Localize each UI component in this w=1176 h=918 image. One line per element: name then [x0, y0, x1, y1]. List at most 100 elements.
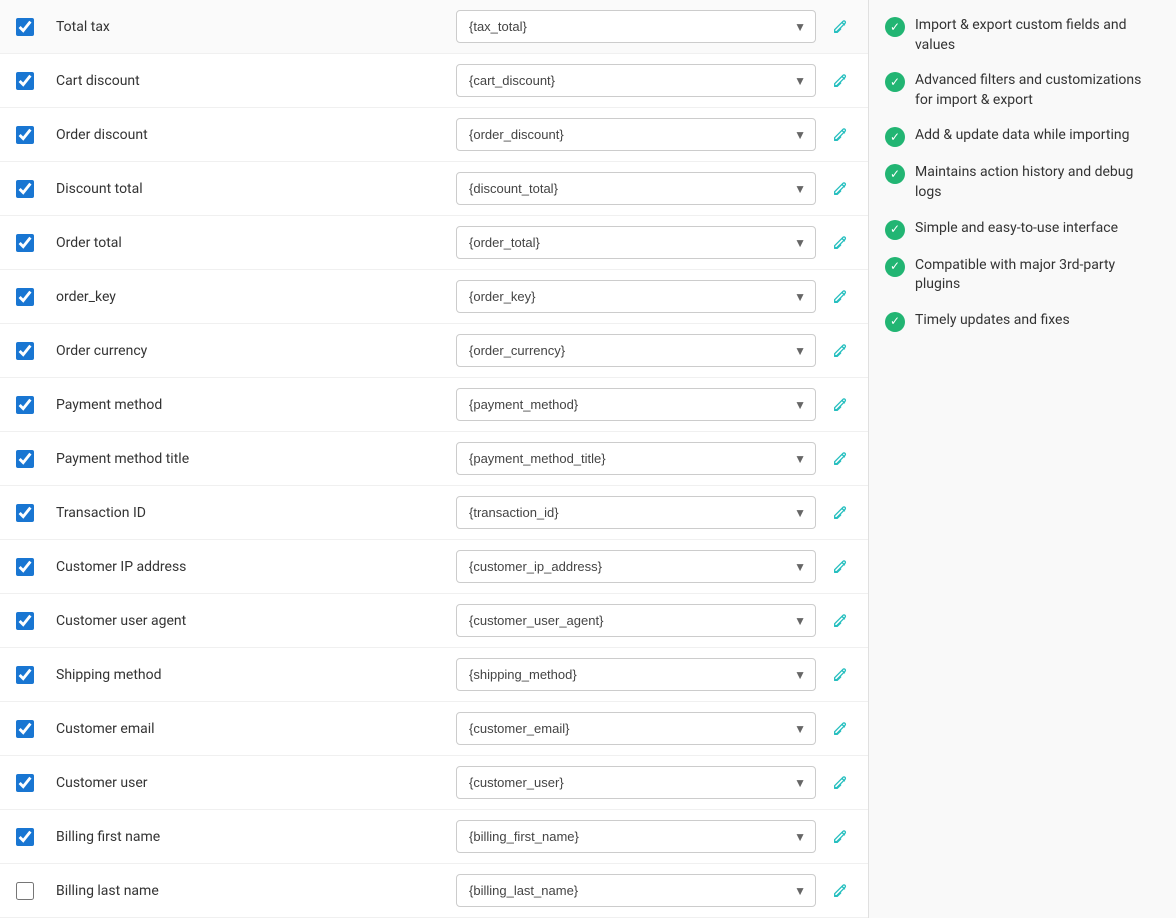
- field-checkbox[interactable]: [16, 504, 34, 522]
- field-select[interactable]: {shipping_method}: [456, 658, 816, 691]
- field-label: Billing last name: [48, 883, 456, 899]
- table-row: Order discount{order_discount}▼: [0, 108, 868, 162]
- edit-button[interactable]: [828, 609, 852, 633]
- field-select[interactable]: {tax_total}: [456, 10, 816, 43]
- field-checkbox[interactable]: [16, 288, 34, 306]
- table-row: Customer user agent{customer_user_agent}…: [0, 594, 868, 648]
- checkbox-wrapper: [16, 828, 48, 846]
- edit-button[interactable]: [828, 447, 852, 471]
- field-select-wrapper: {order_currency}▼: [456, 334, 816, 367]
- field-select[interactable]: {customer_ip_address}: [456, 550, 816, 583]
- pencil-icon: [832, 451, 848, 467]
- edit-button[interactable]: [828, 555, 852, 579]
- field-checkbox[interactable]: [16, 450, 34, 468]
- edit-button[interactable]: [828, 717, 852, 741]
- list-item: ✓Maintains action history and debug logs: [885, 163, 1160, 202]
- edit-button[interactable]: [828, 771, 852, 795]
- field-label: Customer IP address: [48, 559, 456, 575]
- field-select[interactable]: {order_total}: [456, 226, 816, 259]
- fields-panel: Total tax{tax_total}▼ Cart discount{cart…: [0, 0, 868, 918]
- pencil-icon: [832, 181, 848, 197]
- feature-text: Timely updates and fixes: [915, 311, 1070, 331]
- pencil-icon: [832, 559, 848, 575]
- table-row: Billing first name{billing_first_name}▼: [0, 810, 868, 864]
- field-checkbox[interactable]: [16, 18, 34, 36]
- pencil-icon: [832, 505, 848, 521]
- field-checkbox[interactable]: [16, 558, 34, 576]
- field-select-wrapper: {customer_user_agent}▼: [456, 604, 816, 637]
- field-select-wrapper: {order_discount}▼: [456, 118, 816, 151]
- check-circle-icon: ✓: [885, 164, 905, 184]
- edit-button[interactable]: [828, 879, 852, 903]
- features-panel: ✓Import & export custom fields and value…: [868, 0, 1176, 918]
- field-checkbox[interactable]: [16, 342, 34, 360]
- edit-button[interactable]: [828, 285, 852, 309]
- checkbox-wrapper: [16, 342, 48, 360]
- field-select-wrapper: {customer_ip_address}▼: [456, 550, 816, 583]
- field-checkbox[interactable]: [16, 666, 34, 684]
- field-select-wrapper: {shipping_method}▼: [456, 658, 816, 691]
- feature-text: Compatible with major 3rd-party plugins: [915, 256, 1160, 295]
- field-select[interactable]: {order_currency}: [456, 334, 816, 367]
- checkbox-wrapper: [16, 720, 48, 738]
- field-select[interactable]: {payment_method_title}: [456, 442, 816, 475]
- field-checkbox[interactable]: [16, 126, 34, 144]
- field-checkbox[interactable]: [16, 180, 34, 198]
- field-checkbox[interactable]: [16, 720, 34, 738]
- field-select[interactable]: {customer_user_agent}: [456, 604, 816, 637]
- feature-text: Add & update data while importing: [915, 126, 1129, 146]
- pencil-icon: [832, 883, 848, 899]
- checkbox-wrapper: [16, 234, 48, 252]
- field-select[interactable]: {payment_method}: [456, 388, 816, 421]
- checkbox-wrapper: [16, 18, 48, 36]
- check-circle-icon: ✓: [885, 72, 905, 92]
- edit-button[interactable]: [828, 15, 852, 39]
- edit-button[interactable]: [828, 501, 852, 525]
- checkbox-wrapper: [16, 504, 48, 522]
- edit-button[interactable]: [828, 177, 852, 201]
- edit-button[interactable]: [828, 663, 852, 687]
- field-select[interactable]: {customer_user}: [456, 766, 816, 799]
- field-select[interactable]: {customer_email}: [456, 712, 816, 745]
- table-row: Customer user{customer_user}▼: [0, 756, 868, 810]
- pencil-icon: [832, 19, 848, 35]
- field-checkbox[interactable]: [16, 234, 34, 252]
- table-row: Customer email{customer_email}▼: [0, 702, 868, 756]
- edit-button[interactable]: [828, 69, 852, 93]
- field-checkbox[interactable]: [16, 396, 34, 414]
- edit-button[interactable]: [828, 123, 852, 147]
- field-select[interactable]: {transaction_id}: [456, 496, 816, 529]
- pencil-icon: [832, 721, 848, 737]
- edit-button[interactable]: [828, 231, 852, 255]
- field-select[interactable]: {billing_last_name}: [456, 874, 816, 907]
- field-select[interactable]: {order_discount}: [456, 118, 816, 151]
- field-select-wrapper: {billing_last_name}▼: [456, 874, 816, 907]
- pencil-icon: [832, 829, 848, 845]
- pencil-icon: [832, 775, 848, 791]
- table-row: Cart discount{cart_discount}▼: [0, 54, 868, 108]
- checkbox-wrapper: [16, 72, 48, 90]
- field-select[interactable]: {order_key}: [456, 280, 816, 313]
- field-select-wrapper: {discount_total}▼: [456, 172, 816, 205]
- table-row: Payment method title{payment_method_titl…: [0, 432, 868, 486]
- field-select[interactable]: {billing_first_name}: [456, 820, 816, 853]
- field-label: Customer user: [48, 775, 456, 791]
- field-checkbox[interactable]: [16, 612, 34, 630]
- field-label: Customer user agent: [48, 613, 456, 629]
- field-checkbox[interactable]: [16, 882, 34, 900]
- field-checkbox[interactable]: [16, 828, 34, 846]
- table-row: Transaction ID{transaction_id}▼: [0, 486, 868, 540]
- pencil-icon: [832, 397, 848, 413]
- field-checkbox[interactable]: [16, 72, 34, 90]
- pencil-icon: [832, 289, 848, 305]
- field-label: Payment method title: [48, 451, 456, 467]
- pencil-icon: [832, 667, 848, 683]
- field-select[interactable]: {discount_total}: [456, 172, 816, 205]
- edit-button[interactable]: [828, 339, 852, 363]
- field-checkbox[interactable]: [16, 774, 34, 792]
- edit-button[interactable]: [828, 825, 852, 849]
- checkbox-wrapper: [16, 126, 48, 144]
- field-label: Customer email: [48, 721, 456, 737]
- edit-button[interactable]: [828, 393, 852, 417]
- field-select[interactable]: {cart_discount}: [456, 64, 816, 97]
